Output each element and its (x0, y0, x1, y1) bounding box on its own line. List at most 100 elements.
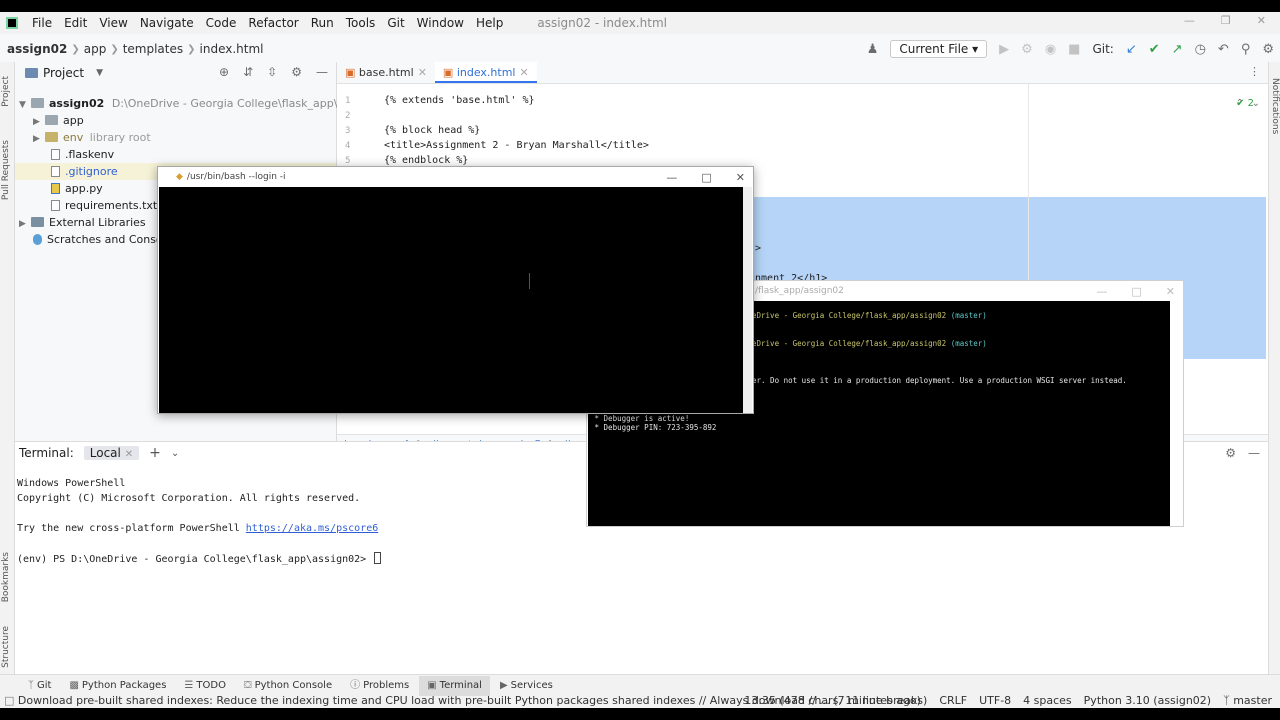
menu-refactor[interactable]: Refactor (242, 16, 304, 30)
close-tab-icon[interactable]: ✕ (125, 449, 133, 460)
tool-tab-services[interactable]: ▶ Services (492, 676, 561, 696)
user-icon[interactable]: ♟ (867, 42, 879, 57)
breadcrumb-file[interactable]: index.html (196, 42, 268, 56)
gear-icon[interactable]: ⚙ (291, 65, 302, 79)
hide-icon[interactable]: — (1248, 446, 1260, 460)
tree-item-flaskenv[interactable]: .flaskenv (51, 146, 114, 163)
menu-window[interactable]: Window (411, 16, 470, 30)
structure-tool-tab[interactable]: Structure (1, 626, 11, 668)
minimize-icon[interactable]: — (1096, 285, 1107, 298)
close-tab-icon[interactable]: ✕ (519, 66, 528, 79)
editor-scrollbar[interactable] (1260, 122, 1266, 422)
menu-navigate[interactable]: Navigate (134, 16, 200, 30)
git-push-icon[interactable]: ↗ (1172, 42, 1183, 57)
locate-icon[interactable]: ⊕ (219, 65, 229, 79)
git-branch[interactable]: ᛉ master (1223, 694, 1272, 707)
bash-console-window[interactable]: ◆ /usr/bin/bash --login -i — □ ✕ (157, 166, 754, 414)
history-icon[interactable]: ◷ (1195, 42, 1206, 57)
tool-tab-terminal[interactable]: ▣ Terminal (419, 675, 490, 696)
pull-requests-tool-tab[interactable]: Pull Requests (1, 140, 11, 200)
tool-tab-python-console[interactable]: ⛋ Python Console (236, 676, 340, 696)
tree-item-env[interactable]: ▶ env library root (33, 129, 151, 146)
expand-all-icon[interactable]: ⇵ (243, 65, 253, 79)
git-update-icon[interactable]: ↙ (1126, 42, 1137, 57)
menu-file[interactable]: File (26, 16, 58, 30)
hide-icon[interactable]: — (316, 65, 328, 79)
chevron-down-icon[interactable]: ▼ (96, 68, 103, 78)
tool-tab-python-packages[interactable]: ▩ Python Packages (61, 676, 174, 696)
tree-item-external-libraries[interactable]: ▶ External Libraries (19, 214, 146, 231)
chevron-down-icon[interactable]: ▼ (19, 97, 31, 114)
maximize-icon[interactable]: □ (701, 171, 711, 184)
project-tool-tab[interactable]: Project (1, 76, 11, 107)
minimize-icon[interactable]: — (1184, 12, 1195, 30)
chevron-down-icon[interactable]: ⌄ (171, 448, 179, 459)
tree-item-requirements[interactable]: requirements.txt (51, 197, 157, 214)
coverage-icon[interactable]: ◉ (1045, 42, 1056, 57)
breadcrumb-project[interactable]: assign02 (0, 42, 71, 56)
add-terminal-icon[interactable]: + (149, 445, 161, 461)
tab-index-html[interactable]: ▣ index.html ✕ (434, 62, 537, 83)
chevron-down-icon[interactable]: ⌄ (1252, 98, 1260, 109)
debug-icon[interactable]: ⚙ (1021, 42, 1033, 57)
code-line-1[interactable]: {% extends 'base.html' %} (384, 95, 535, 106)
notifications-tool-tab[interactable]: Notifications (1270, 78, 1280, 134)
close-icon[interactable]: ✕ (736, 171, 745, 184)
html-file-icon: ▣ (345, 66, 356, 79)
search-icon[interactable]: ⚲ (1241, 42, 1251, 57)
tree-item-gitignore[interactable]: .gitignore (51, 163, 118, 180)
maximize-icon[interactable]: □ (1131, 285, 1141, 298)
tool-tab-problems[interactable]: ⓘ Problems (342, 676, 417, 696)
close-icon[interactable]: ✕ (1166, 285, 1175, 298)
tree-item-app[interactable]: ▶ app (33, 112, 84, 129)
breadcrumb-app[interactable]: app (80, 42, 111, 56)
bookmarks-tool-tab[interactable]: Bookmarks (1, 552, 11, 602)
caret-position[interactable]: 13:35 (478 chars, 11 line breaks) (744, 694, 927, 707)
stop-icon[interactable]: ■ (1068, 42, 1080, 57)
pscore-link[interactable]: https://aka.ms/pscore6 (246, 523, 378, 534)
collapse-all-icon[interactable]: ⇳ (267, 65, 277, 79)
settings-icon[interactable]: ⚙ (1262, 42, 1274, 57)
rollback-icon[interactable]: ↶ (1218, 42, 1229, 57)
more-tabs-icon[interactable]: ⋮ (1249, 65, 1260, 78)
chevron-right-icon[interactable]: ▶ (19, 216, 31, 233)
indent-setting[interactable]: 4 spaces (1023, 694, 1072, 707)
project-panel-title[interactable]: Project (43, 66, 84, 80)
chevron-right-icon[interactable]: ▶ (33, 131, 45, 148)
line-number: 5 (345, 156, 351, 166)
python-interpreter[interactable]: Python 3.10 (assign02) (1084, 694, 1211, 707)
menu-run[interactable]: Run (305, 16, 340, 30)
close-icon[interactable]: ✕ (1257, 12, 1266, 30)
maximize-icon[interactable]: ❐ (1221, 12, 1231, 30)
left-tool-stripe: Project Pull Requests Bookmarks Structur… (0, 62, 15, 674)
bash-window-title[interactable]: ◆ /usr/bin/bash --login -i (158, 167, 753, 187)
minimize-icon[interactable]: — (666, 171, 677, 184)
menu-code[interactable]: Code (200, 16, 243, 30)
chevron-up-icon[interactable]: ⌃ (1236, 98, 1244, 109)
menu-help[interactable]: Help (470, 16, 509, 30)
tool-tab-todo[interactable]: ☰ TODO (176, 676, 234, 696)
tool-tab-git[interactable]: ᛉ Git (20, 676, 59, 696)
code-line-5[interactable]: {% endblock %} (384, 155, 468, 166)
git-commit-icon[interactable]: ✔ (1149, 42, 1160, 57)
tree-item-app-py[interactable]: app.py (51, 180, 103, 197)
line-separator[interactable]: CRLF (939, 694, 967, 707)
menu-edit[interactable]: Edit (58, 16, 93, 30)
tab-base-html[interactable]: ▣ base.html ✕ (337, 62, 435, 83)
breadcrumb-templates[interactable]: templates (119, 42, 187, 56)
code-line-3[interactable]: {% block head %} (384, 125, 480, 136)
bash-scrollbar[interactable] (743, 187, 752, 413)
tree-root[interactable]: ▼ assign02 D:\OneDrive - Georgia College\… (19, 95, 387, 112)
run-icon[interactable]: ▶ (999, 42, 1009, 57)
bash-console-output[interactable] (159, 187, 743, 413)
terminal-tab-local[interactable]: Local ✕ (83, 446, 140, 460)
close-tab-icon[interactable]: ✕ (418, 66, 427, 79)
run-configuration-select[interactable]: Current File ▾ (890, 40, 988, 58)
menu-tools[interactable]: Tools (340, 16, 382, 30)
gear-icon[interactable]: ⚙ (1225, 446, 1236, 460)
terminal-prompt[interactable]: (env) PS D:\OneDrive - Georgia College\f… (17, 552, 382, 565)
menu-view[interactable]: View (93, 16, 133, 30)
file-encoding[interactable]: UTF-8 (979, 694, 1011, 707)
menu-git[interactable]: Git (381, 16, 410, 30)
code-line-4[interactable]: <title>Assignment 2 - Bryan Marshall</ti… (384, 140, 649, 151)
